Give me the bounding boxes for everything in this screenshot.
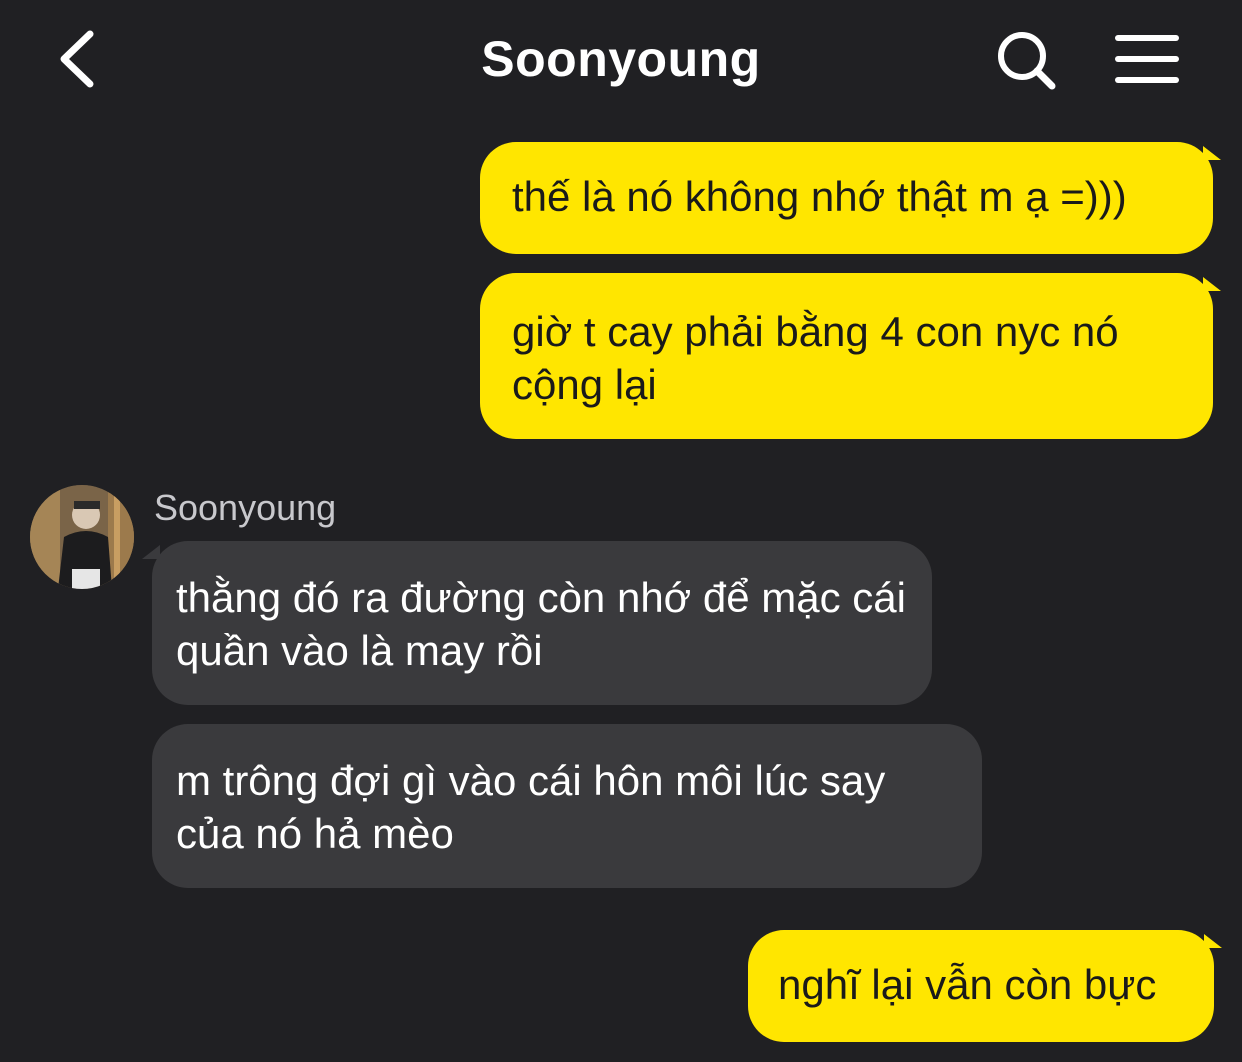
bubble-tail bbox=[1203, 146, 1221, 160]
search-icon bbox=[998, 32, 1056, 90]
avatar[interactable] bbox=[30, 485, 134, 589]
bubble-tail bbox=[1203, 277, 1221, 291]
message-text: nghĩ lại vẫn còn bực bbox=[778, 961, 1157, 1008]
bubble-tail bbox=[1204, 934, 1222, 948]
avatar-photo bbox=[30, 485, 134, 589]
hamburger-menu-icon bbox=[1115, 35, 1179, 83]
bubble-tail bbox=[142, 545, 160, 559]
sender-name: Soonyoung bbox=[154, 487, 337, 528]
search-button[interactable] bbox=[992, 26, 1062, 96]
chat-header: Soonyoung bbox=[0, 0, 1242, 125]
outgoing-message[interactable]: giờ t cay phải bằng 4 con nyc nó cộng lạ… bbox=[480, 273, 1213, 439]
message-text: thế là nó không nhớ thật m ạ =))) bbox=[512, 173, 1127, 220]
menu-button[interactable] bbox=[1108, 26, 1188, 96]
incoming-message[interactable]: m trông đợi gì vào cái hôn môi lúc say c… bbox=[152, 724, 982, 888]
message-text: m trông đợi gì vào cái hôn môi lúc say c… bbox=[176, 757, 886, 857]
message-text: giờ t cay phải bằng 4 con nyc nó cộng lạ… bbox=[512, 308, 1119, 408]
incoming-message[interactable]: thằng đó ra đường còn nhớ để mặc cái quầ… bbox=[152, 541, 932, 705]
outgoing-message[interactable]: nghĩ lại vẫn còn bực bbox=[748, 930, 1214, 1042]
message-text: thằng đó ra đường còn nhớ để mặc cái quầ… bbox=[176, 574, 906, 674]
outgoing-message[interactable]: thế là nó không nhớ thật m ạ =))) bbox=[480, 142, 1213, 254]
